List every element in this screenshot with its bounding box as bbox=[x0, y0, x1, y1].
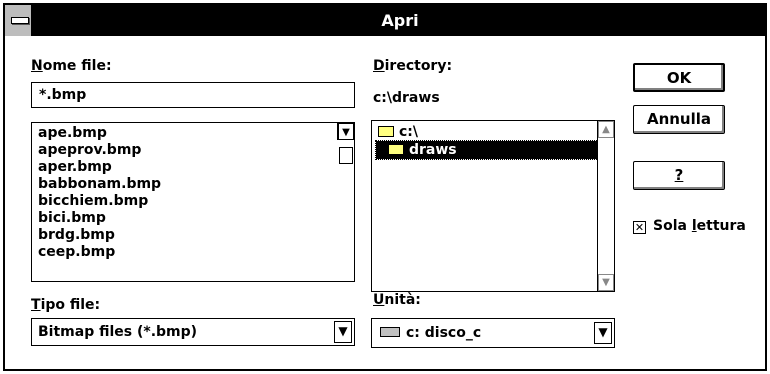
read-only-checkbox[interactable]: ✕ bbox=[633, 221, 646, 234]
file-list-scrollbar[interactable]: ▲ ▼ bbox=[337, 123, 354, 164]
directory-label: Directory: bbox=[373, 58, 453, 74]
directory-list[interactable]: c:\ draws ▲ ▼ bbox=[371, 120, 615, 292]
chevron-down-icon[interactable]: ▼ bbox=[594, 322, 612, 344]
scroll-thumb[interactable] bbox=[339, 147, 353, 164]
file-type-label: Tipo file: bbox=[31, 297, 101, 313]
list-item[interactable]: brdg.bmp bbox=[38, 227, 354, 244]
open-dialog: Apri Nome file: *.bmp ape.bmp apeprov.bm… bbox=[3, 3, 767, 371]
scroll-down-arrow-icon[interactable]: ▼ bbox=[338, 123, 354, 140]
ok-button[interactable]: OK bbox=[633, 63, 725, 92]
drive-icon bbox=[380, 327, 400, 337]
open-folder-icon bbox=[378, 126, 394, 137]
directory-item-draws[interactable]: draws bbox=[375, 140, 601, 160]
system-menu-button[interactable] bbox=[5, 5, 33, 36]
list-item[interactable]: babbonam.bmp bbox=[38, 176, 354, 193]
window-title: Apri bbox=[381, 11, 419, 30]
file-type-select[interactable]: Bitmap files (*.bmp) ▼ bbox=[31, 318, 355, 346]
list-item[interactable]: aper.bmp bbox=[38, 159, 354, 176]
list-item[interactable]: ape.bmp bbox=[38, 125, 354, 142]
file-name-label: Nome file: bbox=[31, 58, 112, 74]
open-folder-icon bbox=[388, 144, 404, 155]
directory-scrollbar[interactable]: ▲ ▼ bbox=[597, 121, 614, 291]
cancel-button[interactable]: Annulla bbox=[633, 105, 725, 134]
title-bar: Apri bbox=[5, 5, 765, 36]
scroll-down-arrow-icon[interactable]: ▼ bbox=[598, 274, 614, 291]
chevron-down-icon[interactable]: ▼ bbox=[334, 321, 352, 343]
list-item[interactable]: bicchiem.bmp bbox=[38, 193, 354, 210]
list-item[interactable]: ceep.bmp bbox=[38, 244, 354, 261]
scroll-up-arrow-icon[interactable]: ▲ bbox=[598, 121, 614, 138]
list-item[interactable]: bici.bmp bbox=[38, 210, 354, 227]
file-list[interactable]: ape.bmp apeprov.bmp aper.bmp babbonam.bm… bbox=[31, 122, 355, 282]
read-only-label: Sola lettura bbox=[653, 218, 746, 234]
list-item[interactable]: apeprov.bmp bbox=[38, 142, 354, 159]
directory-item-root[interactable]: c:\ bbox=[378, 123, 614, 141]
current-directory: c:\draws bbox=[373, 90, 440, 106]
help-button[interactable]: ? bbox=[633, 161, 725, 190]
file-name-input[interactable]: *.bmp bbox=[31, 82, 355, 108]
system-menu-icon bbox=[11, 17, 29, 24]
drive-select[interactable]: c: disco_c ▼ bbox=[371, 318, 615, 348]
drive-label: Unità: bbox=[373, 292, 421, 308]
